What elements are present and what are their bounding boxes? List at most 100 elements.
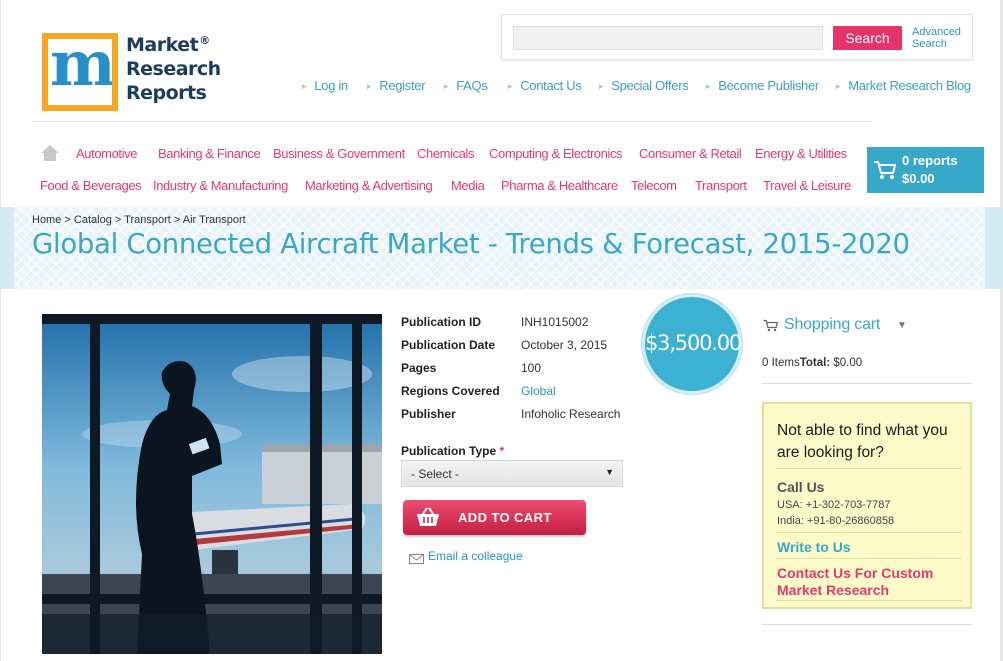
contact-us-label: Contact Us [520, 78, 582, 93]
special-offers-link[interactable]: ▸ Special Offers [599, 78, 689, 93]
breadcrumb: Home > Catalog > Transport > Air Transpo… [32, 214, 246, 226]
sidebar-divider [762, 383, 972, 384]
arrow-right-icon: ▸ [444, 81, 449, 91]
header-divider [32, 121, 872, 122]
publication-id-label: Publication ID [401, 315, 482, 329]
advanced-search-link[interactable]: Advanced Search [912, 26, 970, 50]
cart-items-count: 0 Items [762, 357, 800, 369]
cart-icon [763, 319, 779, 332]
login-label: Log in [314, 78, 348, 93]
cart-icon [873, 159, 897, 181]
nav-pharma-healthcare[interactable]: Pharma & Healthcare [501, 178, 618, 193]
nav-chemicals[interactable]: Chemicals [417, 146, 474, 161]
faqs-link[interactable]: ▸ FAQs [444, 78, 488, 93]
faqs-label: FAQs [456, 78, 488, 93]
chevron-down-icon[interactable]: ▼ [897, 320, 907, 331]
publisher-value: Infoholic Research [521, 407, 621, 421]
become-publisher-link[interactable]: ▸ Become Publisher [706, 78, 819, 93]
arrow-right-icon: ▸ [508, 81, 513, 91]
nav-marketing-advertising[interactable]: Marketing & Advertising [305, 178, 433, 193]
required-mark: * [499, 444, 505, 458]
shopping-cart-toggle[interactable]: Shopping cart [784, 316, 880, 334]
nav-travel-leisure[interactable]: Travel & Leisure [763, 178, 851, 193]
market-research-blog-link[interactable]: ▸ Market Research Blog [836, 78, 971, 93]
site-logo[interactable]: m Market® Research Reports [42, 31, 222, 113]
nav-industry-manufacturing[interactable]: Industry & Manufacturing [153, 178, 288, 193]
pages-label: Pages [401, 361, 437, 375]
title-band-edge-left [0, 207, 14, 289]
add-to-cart-button[interactable]: ADD TO CART [403, 500, 586, 535]
home-icon[interactable] [40, 144, 60, 162]
logo-letter: m [50, 39, 112, 100]
add-to-cart-label: ADD TO CART [458, 510, 552, 525]
nav-food-beverages[interactable]: Food & Beverages [40, 178, 142, 193]
write-to-us-link[interactable]: Write to Us [777, 539, 851, 555]
breadcrumb-current: Air Transport [182, 214, 246, 226]
arrow-right-icon: ▸ [367, 81, 372, 91]
cart-items-summary: 0 ItemsTotal: $0.00 [762, 357, 862, 369]
help-divider [776, 558, 962, 559]
nav-energy-utilities[interactable]: Energy & Utilities [755, 146, 847, 161]
help-divider [776, 600, 962, 601]
nav-media[interactable]: Media [451, 178, 485, 193]
logo-wordmark: Market® Research Reports [126, 33, 221, 105]
help-divider [776, 468, 962, 469]
phone-usa: USA: +1-302-703-7787 [777, 499, 891, 511]
market-research-blog-label: Market Research Blog [848, 78, 971, 93]
phone-india: India: +91-80-26860858 [777, 515, 895, 527]
breadcrumb-transport[interactable]: Transport [124, 214, 171, 226]
dropdown-arrow-icon: ▼ [605, 467, 614, 477]
search-input[interactable] [513, 26, 823, 50]
breadcrumb-home[interactable]: Home [32, 214, 61, 226]
price-value: $3,500.00 [645, 331, 742, 355]
logo-mark: m [42, 33, 118, 111]
contact-us-link[interactable]: ▸ Contact Us [508, 78, 582, 93]
nav-banking-finance[interactable]: Banking & Finance [158, 146, 261, 161]
publication-type-select[interactable]: - Select - ▼ [401, 460, 623, 487]
arrow-right-icon: ▸ [836, 81, 841, 91]
search-button[interactable]: Search [833, 26, 902, 50]
header-cart-total: $0.00 [902, 171, 935, 186]
custom-research-link[interactable]: Contact Us For Custom Market Research [777, 565, 967, 599]
product-image [42, 314, 382, 654]
help-divider [776, 532, 962, 533]
cart-total-label: Total: [799, 357, 831, 369]
arrow-right-icon: ▸ [599, 81, 604, 91]
advanced-search-line-1: Advanced [912, 26, 961, 38]
advanced-search-line-2: Search [912, 38, 947, 50]
breadcrumb-separator: > [170, 214, 183, 226]
nav-computing-electronics[interactable]: Computing & Electronics [489, 146, 623, 161]
nav-transport[interactable]: Transport [695, 178, 747, 193]
regions-value-link[interactable]: Global [521, 384, 556, 398]
nav-telecom[interactable]: Telecom [631, 178, 677, 193]
logo-line-3: Reports [126, 82, 207, 104]
call-us-heading: Call Us [777, 479, 825, 495]
breadcrumb-separator: > [61, 214, 74, 226]
pages-value: 100 [521, 361, 542, 375]
arrow-right-icon: ▸ [302, 81, 307, 91]
logo-line-1: Market [126, 34, 199, 56]
nav-automotive[interactable]: Automotive [76, 146, 137, 161]
sidebar-divider [762, 624, 972, 625]
become-publisher-label: Become Publisher [718, 78, 819, 93]
help-box: Not able to find what you are looking fo… [762, 402, 972, 609]
register-link[interactable]: ▸ Register [367, 78, 426, 93]
publication-date-value: October 3, 2015 [521, 338, 608, 352]
regions-label: Regions Covered [401, 384, 500, 398]
nav-consumer-retail[interactable]: Consumer & Retail [639, 146, 742, 161]
register-label: Register [379, 78, 426, 93]
publication-id-value: INH1015002 [521, 315, 589, 329]
nav-business-government[interactable]: Business & Government [273, 146, 405, 161]
publication-type-selected: - Select - [411, 467, 460, 481]
publication-type-label: Publication Type * [401, 444, 504, 458]
breadcrumb-catalog[interactable]: Catalog [74, 214, 112, 226]
email-colleague-link[interactable]: Email a colleague [428, 549, 523, 563]
header-cart-button[interactable]: 0 reports $0.00 [867, 147, 984, 193]
publication-date-label: Publication Date [401, 338, 496, 352]
special-offers-label: Special Offers [611, 78, 689, 93]
cart-total-value: $0.00 [833, 357, 863, 369]
registered-mark: ® [199, 34, 210, 47]
arrow-right-icon: ▸ [706, 81, 711, 91]
shopping-basket-icon [415, 506, 441, 528]
login-link[interactable]: ▸ Log in [302, 78, 348, 93]
